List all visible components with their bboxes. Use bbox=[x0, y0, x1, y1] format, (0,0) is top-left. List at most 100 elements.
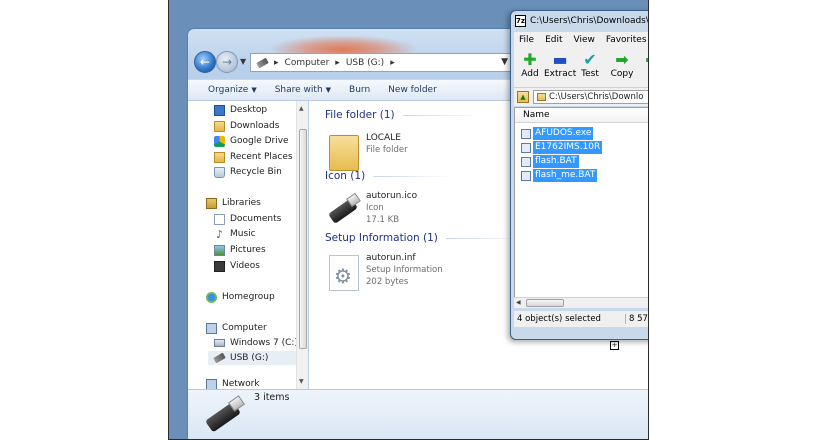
batch-file-icon bbox=[521, 170, 531, 181]
scroll-down-icon[interactable]: ▼ bbox=[299, 378, 304, 385]
downloads-folder-icon bbox=[214, 120, 225, 132]
homegroup-icon bbox=[206, 291, 217, 303]
breadcrumb-separator-icon[interactable]: ▸ bbox=[274, 58, 279, 68]
address-bar[interactable]: ▸ Computer ▸ USB (G:) ▸ ▼ bbox=[250, 53, 512, 72]
folder-icon bbox=[537, 93, 546, 101]
sevenzip-titlebar[interactable]: 7z C:\Users\Chris\Downloads\E17 bbox=[511, 11, 649, 31]
group-divider bbox=[373, 175, 454, 177]
scroll-up-icon[interactable]: ▲ bbox=[299, 105, 304, 112]
size-status: 8 578 bbox=[629, 314, 648, 324]
file-type: Setup Information bbox=[366, 265, 443, 275]
breadcrumb-usb[interactable]: USB (G:) bbox=[346, 58, 384, 68]
drag-copy-icon: + bbox=[610, 341, 619, 350]
file-name: LOCALE bbox=[366, 133, 401, 143]
details-pane: 3 items bbox=[188, 389, 648, 439]
breadcrumb-separator-icon[interactable]: ▸ bbox=[335, 58, 340, 68]
new-folder-button[interactable]: New folder bbox=[388, 85, 437, 95]
pictures-icon bbox=[214, 244, 225, 256]
share-with-button[interactable]: Share with ▼ bbox=[275, 85, 331, 95]
videos-icon bbox=[214, 260, 225, 272]
organize-button[interactable]: Organize ▼ bbox=[208, 85, 257, 95]
folder-icon bbox=[329, 135, 359, 171]
chevron-down-icon: ▼ bbox=[325, 86, 332, 94]
nav-item-music[interactable]: ♪ Music bbox=[214, 227, 256, 241]
arrow-right-icon: ➡ bbox=[615, 50, 629, 69]
breadcrumb-separator-icon[interactable]: ▸ bbox=[390, 58, 395, 68]
horizontal-scrollbar[interactable]: ◀ bbox=[514, 297, 648, 308]
nav-item-libraries[interactable]: Libraries bbox=[206, 196, 261, 210]
nav-item-downloads[interactable]: Downloads bbox=[214, 119, 279, 133]
menu-edit[interactable]: Edit bbox=[545, 35, 562, 45]
path-input[interactable]: C:\Users\Chris\Downlo bbox=[533, 90, 648, 104]
list-item[interactable]: flash_me.BAT bbox=[521, 169, 598, 182]
plus-icon: ✚ bbox=[523, 50, 537, 69]
scrollbar-thumb[interactable] bbox=[526, 299, 564, 307]
group-header-icon[interactable]: Icon (1) bbox=[325, 170, 454, 182]
nav-item-google-drive[interactable]: Google Drive bbox=[214, 134, 289, 148]
group-header-file-folder[interactable]: File folder (1) bbox=[325, 109, 483, 121]
nav-item-documents[interactable]: Documents bbox=[214, 212, 281, 226]
back-button[interactable]: ← bbox=[194, 51, 216, 73]
google-drive-icon bbox=[214, 135, 225, 147]
desktop-icon bbox=[214, 104, 225, 116]
sevenzip-window: 7z C:\Users\Chris\Downloads\E17 File Edi… bbox=[510, 10, 649, 340]
status-bar: 4 object(s) selected 8 578 bbox=[514, 311, 648, 327]
computer-icon bbox=[206, 322, 217, 334]
sevenzip-logo-icon: 7z bbox=[515, 15, 526, 27]
move-button[interactable]: ➡M bbox=[636, 51, 648, 79]
exe-file-icon bbox=[521, 128, 531, 139]
add-button[interactable]: ✚ Add bbox=[514, 50, 546, 80]
libraries-icon bbox=[206, 197, 217, 209]
usb-drive-icon bbox=[206, 396, 246, 432]
nav-item-recent-places[interactable]: Recent Places bbox=[214, 150, 293, 164]
batch-file-icon bbox=[521, 156, 531, 167]
list-item[interactable]: E1762IMS.10R bbox=[521, 141, 603, 154]
list-item[interactable]: AFUDOS.exe bbox=[521, 127, 594, 140]
scrollbar-thumb[interactable] bbox=[299, 129, 307, 349]
nav-item-pictures[interactable]: Pictures bbox=[214, 243, 266, 257]
selection-status: 4 object(s) selected bbox=[514, 314, 626, 324]
minus-icon: ▬ bbox=[552, 50, 568, 69]
folder-up-icon[interactable]: ▲ bbox=[517, 91, 529, 103]
toolbar: ✚Add ▬Extract ✔Test ➡Copy ➡M bbox=[514, 48, 648, 88]
address-dropdown-icon[interactable]: ▼ bbox=[501, 57, 508, 67]
test-button[interactable]: ✔ Test bbox=[574, 51, 606, 80]
menu-file[interactable]: File bbox=[519, 35, 534, 45]
group-header-setup-information[interactable]: Setup Information (1) bbox=[325, 232, 526, 244]
file-item-autorun-ico[interactable]: autorun.ico Icon 17.1 KB bbox=[329, 191, 479, 235]
documents-icon bbox=[214, 213, 225, 225]
file-size: 17.1 KB bbox=[366, 215, 400, 225]
file-item-autorun-inf[interactable]: autorun.inf Setup Information 202 bytes bbox=[329, 253, 479, 297]
extract-button[interactable]: ▬ Extract bbox=[544, 50, 576, 80]
history-chevron-icon[interactable]: ▼ bbox=[240, 57, 246, 66]
usb-drive-icon bbox=[256, 57, 269, 68]
copy-button[interactable]: ➡ Copy bbox=[606, 50, 638, 80]
column-header-name[interactable]: Name bbox=[515, 108, 648, 123]
forward-button[interactable]: → bbox=[216, 51, 238, 73]
nav-item-desktop[interactable]: Desktop bbox=[214, 103, 267, 117]
nav-item-computer[interactable]: Computer bbox=[206, 321, 267, 335]
nav-scrollbar[interactable]: ▲ ▼ bbox=[296, 101, 308, 389]
music-note-icon: ♪ bbox=[215, 227, 224, 241]
nav-item-windows-c[interactable]: Windows 7 (C:) bbox=[214, 336, 298, 350]
hard-drive-icon bbox=[214, 339, 225, 347]
group-divider bbox=[402, 114, 483, 116]
menu-view[interactable]: View bbox=[574, 35, 595, 45]
list-item[interactable]: flash.BAT bbox=[521, 155, 579, 168]
nav-item-videos[interactable]: Videos bbox=[214, 259, 260, 273]
path-text: C:\Users\Chris\Downlo bbox=[549, 92, 644, 102]
item-count: 3 items bbox=[254, 392, 290, 403]
scroll-left-icon[interactable]: ◀ bbox=[516, 299, 521, 306]
file-name: autorun.inf bbox=[366, 253, 416, 263]
nav-item-network[interactable]: Network bbox=[206, 379, 260, 389]
window-title: C:\Users\Chris\Downloads\E17 bbox=[529, 16, 649, 26]
breadcrumb-computer[interactable]: Computer bbox=[285, 58, 330, 68]
file-name: autorun.ico bbox=[366, 191, 418, 201]
burn-button[interactable]: Burn bbox=[349, 85, 370, 95]
nav-item-usb-g[interactable]: USB (G:) bbox=[208, 351, 300, 365]
nav-item-homegroup[interactable]: Homegroup bbox=[206, 290, 275, 304]
nav-item-recycle-bin[interactable]: Recycle Bin bbox=[214, 165, 282, 179]
desktop-screenshot: ← → ▼ ▸ Computer ▸ USB (G:) ▸ ▼ Organize… bbox=[168, 0, 649, 440]
menu-favorites[interactable]: Favorites bbox=[606, 35, 647, 45]
arrow-right-icon: ➡ bbox=[636, 51, 648, 69]
